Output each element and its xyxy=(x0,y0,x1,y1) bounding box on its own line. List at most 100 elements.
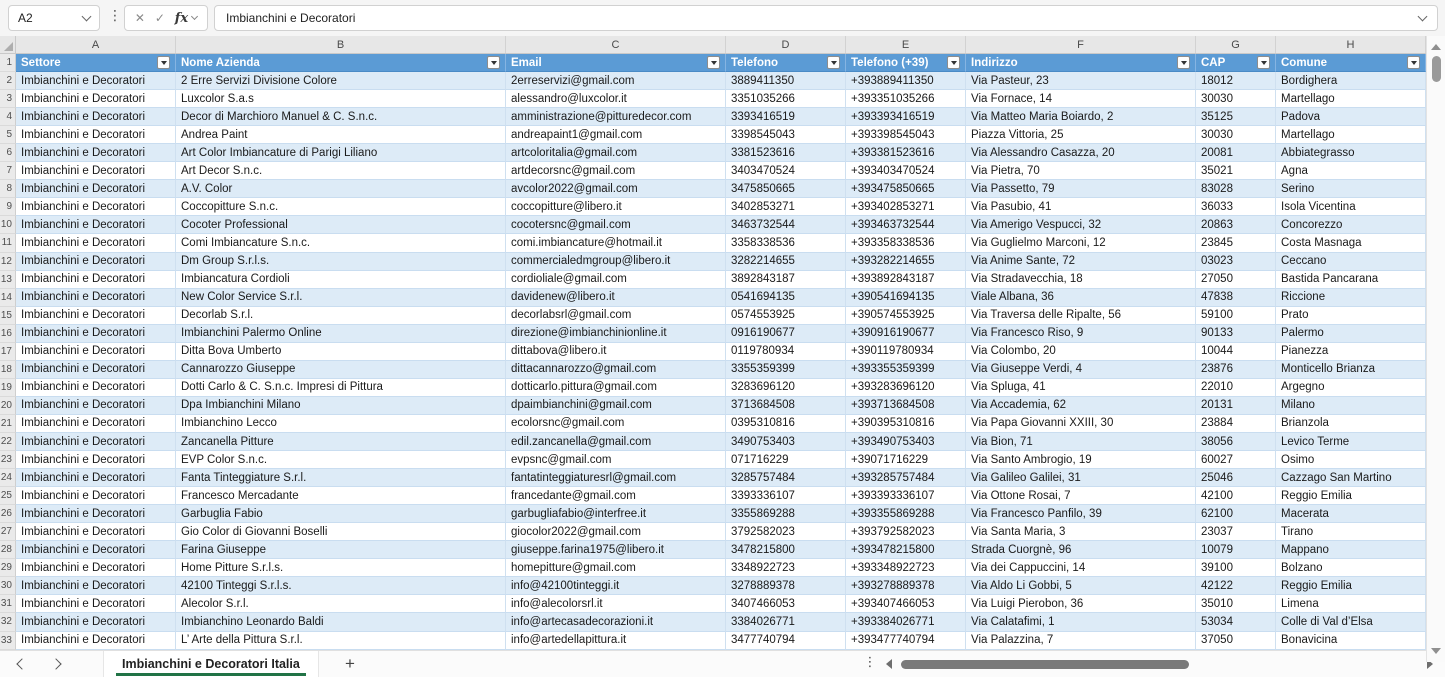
enter-icon[interactable]: ✓ xyxy=(155,11,165,25)
cell[interactable]: 0119780934 xyxy=(726,342,846,361)
cell[interactable]: Imbianchini e Decoratori xyxy=(16,144,176,163)
cell[interactable]: Imbianchini e Decoratori xyxy=(16,469,176,488)
cell[interactable]: Ditta Bova Umberto xyxy=(176,342,506,361)
column-header[interactable]: Nome Azienda xyxy=(176,54,506,73)
row-number[interactable]: 15 xyxy=(0,306,16,325)
cell[interactable]: 60027 xyxy=(1196,451,1276,470)
cell[interactable]: +393351035266 xyxy=(846,90,966,109)
filter-dropdown-button[interactable] xyxy=(1177,56,1190,70)
cell[interactable]: Via Accademia, 62 xyxy=(966,396,1196,415)
cell[interactable]: Via Passetto, 79 xyxy=(966,180,1196,199)
cell[interactable]: Martellago xyxy=(1276,90,1426,109)
cell[interactable]: Imbianchini e Decoratori xyxy=(16,631,176,650)
cell[interactable]: commercialedmgroup@libero.it xyxy=(506,252,726,271)
cell[interactable]: Imbianchini Palermo Online xyxy=(176,324,506,343)
horizontal-scrollbar[interactable] xyxy=(886,655,1433,673)
cell[interactable]: alessandro@luxcolor.it xyxy=(506,90,726,109)
cell[interactable]: Abbiategrasso xyxy=(1276,144,1426,163)
cell[interactable]: +390574553925 xyxy=(846,306,966,325)
cell[interactable]: dittacannarozzo@gmail.com xyxy=(506,360,726,379)
cell[interactable]: Imbianchini e Decoratori xyxy=(16,577,176,596)
cell[interactable]: 42122 xyxy=(1196,577,1276,596)
cell[interactable]: +393463732544 xyxy=(846,216,966,235)
column-header[interactable]: Telefono xyxy=(726,54,846,73)
cell[interactable]: cocotersnc@gmail.com xyxy=(506,216,726,235)
cell[interactable]: +393490753403 xyxy=(846,432,966,452)
cell[interactable]: 3278889378 xyxy=(726,577,846,596)
cell[interactable]: Ceccano xyxy=(1276,252,1426,271)
cell[interactable]: Piazza Vittoria, 25 xyxy=(966,126,1196,145)
cell-name-box[interactable]: A2 xyxy=(8,5,100,31)
cell[interactable]: 20863 xyxy=(1196,216,1276,235)
row-number[interactable]: 19 xyxy=(0,378,16,397)
cell[interactable]: Cannarozzo Giuseppe xyxy=(176,360,506,379)
cell[interactable]: 27050 xyxy=(1196,270,1276,289)
column-header[interactable]: Email xyxy=(506,54,726,73)
cell[interactable]: 2erreservizi@gmail.com xyxy=(506,72,726,91)
scroll-left-icon[interactable] xyxy=(886,659,892,669)
cell[interactable]: Levico Terme xyxy=(1276,432,1426,452)
cell[interactable]: Isola Vicentina xyxy=(1276,198,1426,217)
cell[interactable]: 42100 Tinteggi S.r.l.s. xyxy=(176,577,506,596)
cell[interactable]: amministrazione@pitturedecor.com xyxy=(506,108,726,127)
cell[interactable]: cordioliale@gmail.com xyxy=(506,270,726,289)
cell[interactable]: Imbianchini e Decoratori xyxy=(16,324,176,343)
cell[interactable]: Imbianchini e Decoratori xyxy=(16,559,176,578)
cell[interactable]: 35021 xyxy=(1196,162,1276,181)
cell[interactable]: andreapaint1@gmail.com xyxy=(506,126,726,145)
cell[interactable]: New Color Service S.r.l. xyxy=(176,288,506,307)
cell[interactable]: +393278889378 xyxy=(846,577,966,596)
cell[interactable]: Imbianchini e Decoratori xyxy=(16,216,176,235)
cell[interactable]: 10079 xyxy=(1196,541,1276,560)
cell[interactable]: Via Santo Ambrogio, 19 xyxy=(966,451,1196,470)
cell[interactable]: giuseppe.farina1975@libero.it xyxy=(506,541,726,560)
row-number[interactable]: 13 xyxy=(0,270,16,289)
cell[interactable]: Padova xyxy=(1276,108,1426,127)
row-number[interactable]: 14 xyxy=(0,288,16,307)
column-letter-G[interactable]: G xyxy=(1196,36,1276,53)
cell[interactable]: 3490753403 xyxy=(726,432,846,452)
cell[interactable]: Fanta Tinteggiature S.r.l. xyxy=(176,469,506,488)
cell[interactable]: Luxcolor S.a.s xyxy=(176,90,506,109)
cell[interactable]: Coccopitture S.n.c. xyxy=(176,198,506,217)
cell[interactable]: +390541694135 xyxy=(846,288,966,307)
filter-dropdown-button[interactable] xyxy=(707,56,720,70)
cell[interactable]: Imbianchini e Decoratori xyxy=(16,613,176,632)
cell[interactable]: 3889411350 xyxy=(726,72,846,91)
cell[interactable]: +393355869288 xyxy=(846,505,966,524)
row-number[interactable]: 30 xyxy=(0,577,16,596)
formula-bar-expand-icon[interactable] xyxy=(1417,11,1428,22)
row-number[interactable]: 27 xyxy=(0,523,16,542)
filter-dropdown-button[interactable] xyxy=(1257,56,1270,70)
cell[interactable]: Via Luigi Pierobon, 36 xyxy=(966,595,1196,614)
cell[interactable]: Cocoter Professional xyxy=(176,216,506,235)
cell[interactable]: Imbianchini e Decoratori xyxy=(16,270,176,289)
cell[interactable]: Imbianchino Lecco xyxy=(176,414,506,433)
row-number[interactable]: 23 xyxy=(0,451,16,470)
scroll-up-icon[interactable] xyxy=(1431,44,1441,50)
cell[interactable]: Home Pitture S.r.l.s. xyxy=(176,559,506,578)
cell[interactable]: 03023 xyxy=(1196,252,1276,271)
row-number[interactable]: 32 xyxy=(0,613,16,632)
cell[interactable]: 38056 xyxy=(1196,432,1276,452)
cell[interactable]: 39100 xyxy=(1196,559,1276,578)
cell[interactable]: dittabova@libero.it xyxy=(506,342,726,361)
row-number[interactable]: 1 xyxy=(0,54,16,73)
row-number[interactable]: 29 xyxy=(0,559,16,578)
cell[interactable]: Andrea Paint xyxy=(176,126,506,145)
cell[interactable]: +393402853271 xyxy=(846,198,966,217)
row-number[interactable]: 8 xyxy=(0,180,16,199)
cell[interactable]: Via Papa Giovanni XXIII, 30 xyxy=(966,414,1196,433)
cell[interactable]: Via Matteo Maria Boiardo, 2 xyxy=(966,108,1196,127)
cell[interactable]: +390916190677 xyxy=(846,324,966,343)
chevron-down-icon[interactable] xyxy=(81,11,92,22)
cell[interactable]: 42100 xyxy=(1196,487,1276,506)
cell[interactable]: Via Palazzina, 7 xyxy=(966,631,1196,650)
tab-bar-kebab-icon[interactable]: ⋮ xyxy=(862,655,878,670)
cell[interactable]: garbugliafabio@interfree.it xyxy=(506,505,726,524)
row-number[interactable]: 24 xyxy=(0,469,16,488)
cell[interactable]: 47838 xyxy=(1196,288,1276,307)
cell[interactable]: Osimo xyxy=(1276,451,1426,470)
cell[interactable]: 3892843187 xyxy=(726,270,846,289)
cell[interactable]: Via Pasubio, 41 xyxy=(966,198,1196,217)
